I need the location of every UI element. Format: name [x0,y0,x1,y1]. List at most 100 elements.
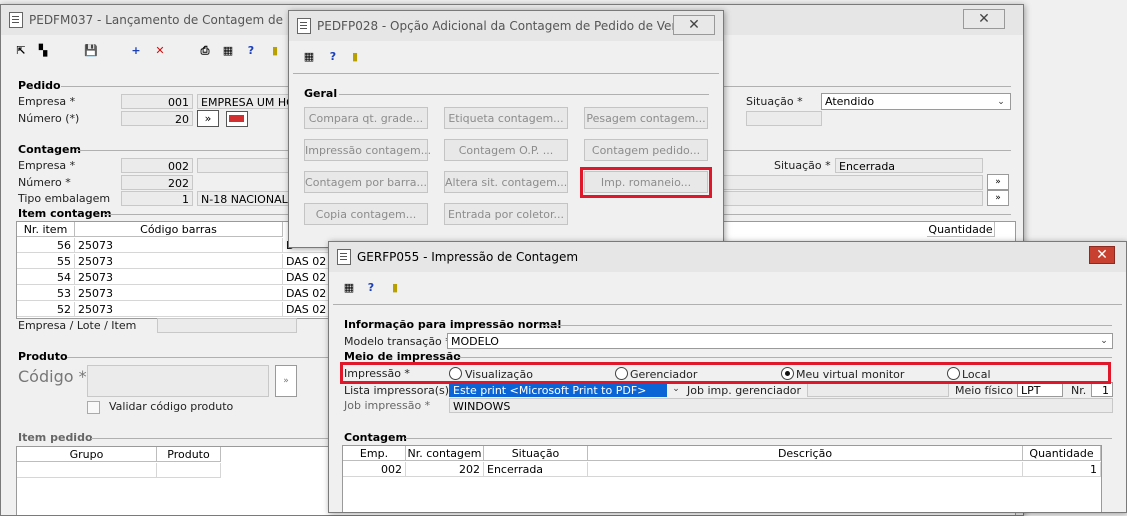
expand-button[interactable]: » [987,174,1009,190]
meio-fisico-select[interactable]: LPT [1017,382,1063,397]
gerfp055-window: GERFP055 - Impressão de Contagem ✕ ▦ ? ▮… [328,241,1127,513]
calendar-icon[interactable] [226,111,248,127]
nr-field[interactable]: 1 [1091,382,1113,397]
close-button[interactable]: ✕ [673,15,715,35]
print-icon[interactable]: ⎙ [197,43,213,59]
grid-icon[interactable]: ▦ [220,43,236,59]
grid-icon[interactable]: ▦ [301,49,317,65]
contagem-grid[interactable]: Emp. Nr. contagem Situação Descrição Qua… [342,445,1102,512]
grid-cell: 52 [17,302,75,317]
contagem-empresa-name [197,158,297,173]
grid-header[interactable]: Emp. [343,446,406,461]
contagem-situacao-label: Situação * [774,159,831,172]
divider [405,438,1112,439]
contagem-op-button[interactable]: Contagem O.P. ... [444,139,568,161]
save-icon[interactable]: 💾 [83,43,99,59]
pedfp028-titlebar: PEDFP028 - Opção Adicional da Contagem d… [289,11,723,41]
radio-meu-virtual-monitor[interactable] [781,367,794,380]
grid-header[interactable]: Quantidade [1023,446,1101,461]
etiqueta-contagem-button[interactable]: Etiqueta contagem... [444,107,568,129]
delete-icon[interactable]: ✕ [152,43,168,59]
grid-header[interactable]: Situação [484,446,588,461]
back-icon[interactable]: ⇱ [13,43,29,59]
table-row[interactable]: 002 202 Encerrada 1 [343,462,1101,478]
help-icon[interactable]: ? [243,43,259,59]
radio-local[interactable] [947,367,960,380]
produto-codigo-input[interactable] [87,365,269,397]
job-impressao-field: WINDOWS [449,398,1113,413]
produto-search-button[interactable]: » [275,365,297,397]
lista-impressora-select[interactable]: Este print <Microsoft Print to PDF> [449,382,667,397]
job-impressao-label: Job impressão * [344,399,431,412]
close-button[interactable]: ✕ [963,9,1005,29]
expand-button-2[interactable]: » [987,190,1009,206]
copy-icon[interactable]: ▚ [35,43,51,59]
pedido-situacao-select[interactable]: Atendido [821,93,1011,110]
divider [543,325,1112,326]
close-button[interactable]: ✕ [1089,246,1115,264]
contagem-por-barra-button[interactable]: Contagem por barra... [304,171,428,193]
pedfp028-title: PEDFP028 - Opção Adicional da Contagem d… [317,19,695,33]
grid-header[interactable]: Produto [157,447,221,462]
window-icon [337,249,351,265]
validar-checkbox[interactable] [87,401,100,414]
nr-label: Nr. [1071,384,1087,397]
geral-section-title: Geral [304,87,338,100]
exit-icon[interactable]: ▮ [347,49,363,65]
pedido-situacao-label: Situação * [746,95,803,108]
chevron-down-icon[interactable]: ⌄ [994,96,1008,109]
radio-local-label: Local [962,368,991,381]
modelo-label: Modelo transação * [344,335,451,348]
chevron-down-icon[interactable]: ⌄ [1097,335,1111,348]
contagem-tipo-label: Tipo embalagem [18,192,111,205]
contagem-section-title: Contagem [344,431,407,444]
produto-section-title: Produto [18,350,68,363]
chevron-down-icon[interactable]: ⌄ [669,383,683,396]
exit-icon[interactable]: ▮ [267,43,283,59]
add-icon[interactable]: + [128,43,144,59]
contagem-pedido-button[interactable]: Contagem pedido... [584,139,708,161]
contagem-numero-field: 202 [121,175,193,190]
grid-header[interactable]: Grupo [17,447,157,462]
grid-header[interactable]: Nr. contagem [406,446,484,461]
grid-cell: 56 [17,238,75,253]
help-icon[interactable]: ? [325,49,341,65]
gerfp055-toolbar: ▦ ? ▮ [329,276,1126,300]
divider [339,94,709,95]
radio-gerenciador-label: Gerenciador [630,368,698,381]
gerfp055-titlebar: GERFP055 - Impressão de Contagem ✕ [329,242,1126,272]
grid-cell [157,463,221,478]
grid-header[interactable]: Quantidade [927,222,995,237]
help-icon[interactable]: ? [363,280,379,296]
copia-contagem-button[interactable]: Copia contagem... [304,203,428,225]
radio-gerenciador[interactable] [615,367,628,380]
compara-qt-grade-button[interactable]: Compara qt. grade... [304,107,428,129]
grid-header[interactable]: Código barras [75,222,283,237]
exit-icon[interactable]: ▮ [387,280,403,296]
pedfp028-window: PEDFP028 - Opção Adicional da Contagem d… [288,10,724,248]
contagem-extra-field-2 [721,191,983,206]
radio-visualizacao[interactable] [449,367,462,380]
impressao-contagem-button[interactable]: Impressão contagem... [304,139,431,161]
window-icon [9,12,23,28]
info-section-title: Informação para impressão normal [344,318,562,331]
entrada-por-coletor-button[interactable]: Entrada por coletor... [444,203,568,225]
grid-header[interactable]: Descrição [588,446,1023,461]
lista-impressora-label: Lista impressora(s) [344,384,450,397]
grid-cell: 25073 [75,254,283,269]
pesagem-contagem-button[interactable]: Pesagem contagem... [584,107,708,129]
validar-label: Validar código produto [109,400,234,413]
contagem-extra-field [721,175,983,190]
meio-fisico-label: Meio físico [955,384,1014,397]
grid-header[interactable]: Nr. item [17,222,75,237]
contagem-situacao-field: Encerrada [835,158,983,173]
pedido-numero-field: 20 [121,111,193,126]
pedfp028-toolbar: ▦ ? ▮ [289,45,723,69]
grid-cell: 53 [17,286,75,301]
pedido-search-button[interactable]: » [197,110,219,127]
altera-sit-contagem-button[interactable]: Altera sit. contagem... [444,171,568,193]
item-contagem-section-title: Item contagem [18,207,112,220]
modelo-select[interactable]: MODELO [447,333,1113,349]
grid-icon[interactable]: ▦ [341,280,357,296]
imp-romaneio-button[interactable]: Imp. romaneio... [584,171,708,193]
